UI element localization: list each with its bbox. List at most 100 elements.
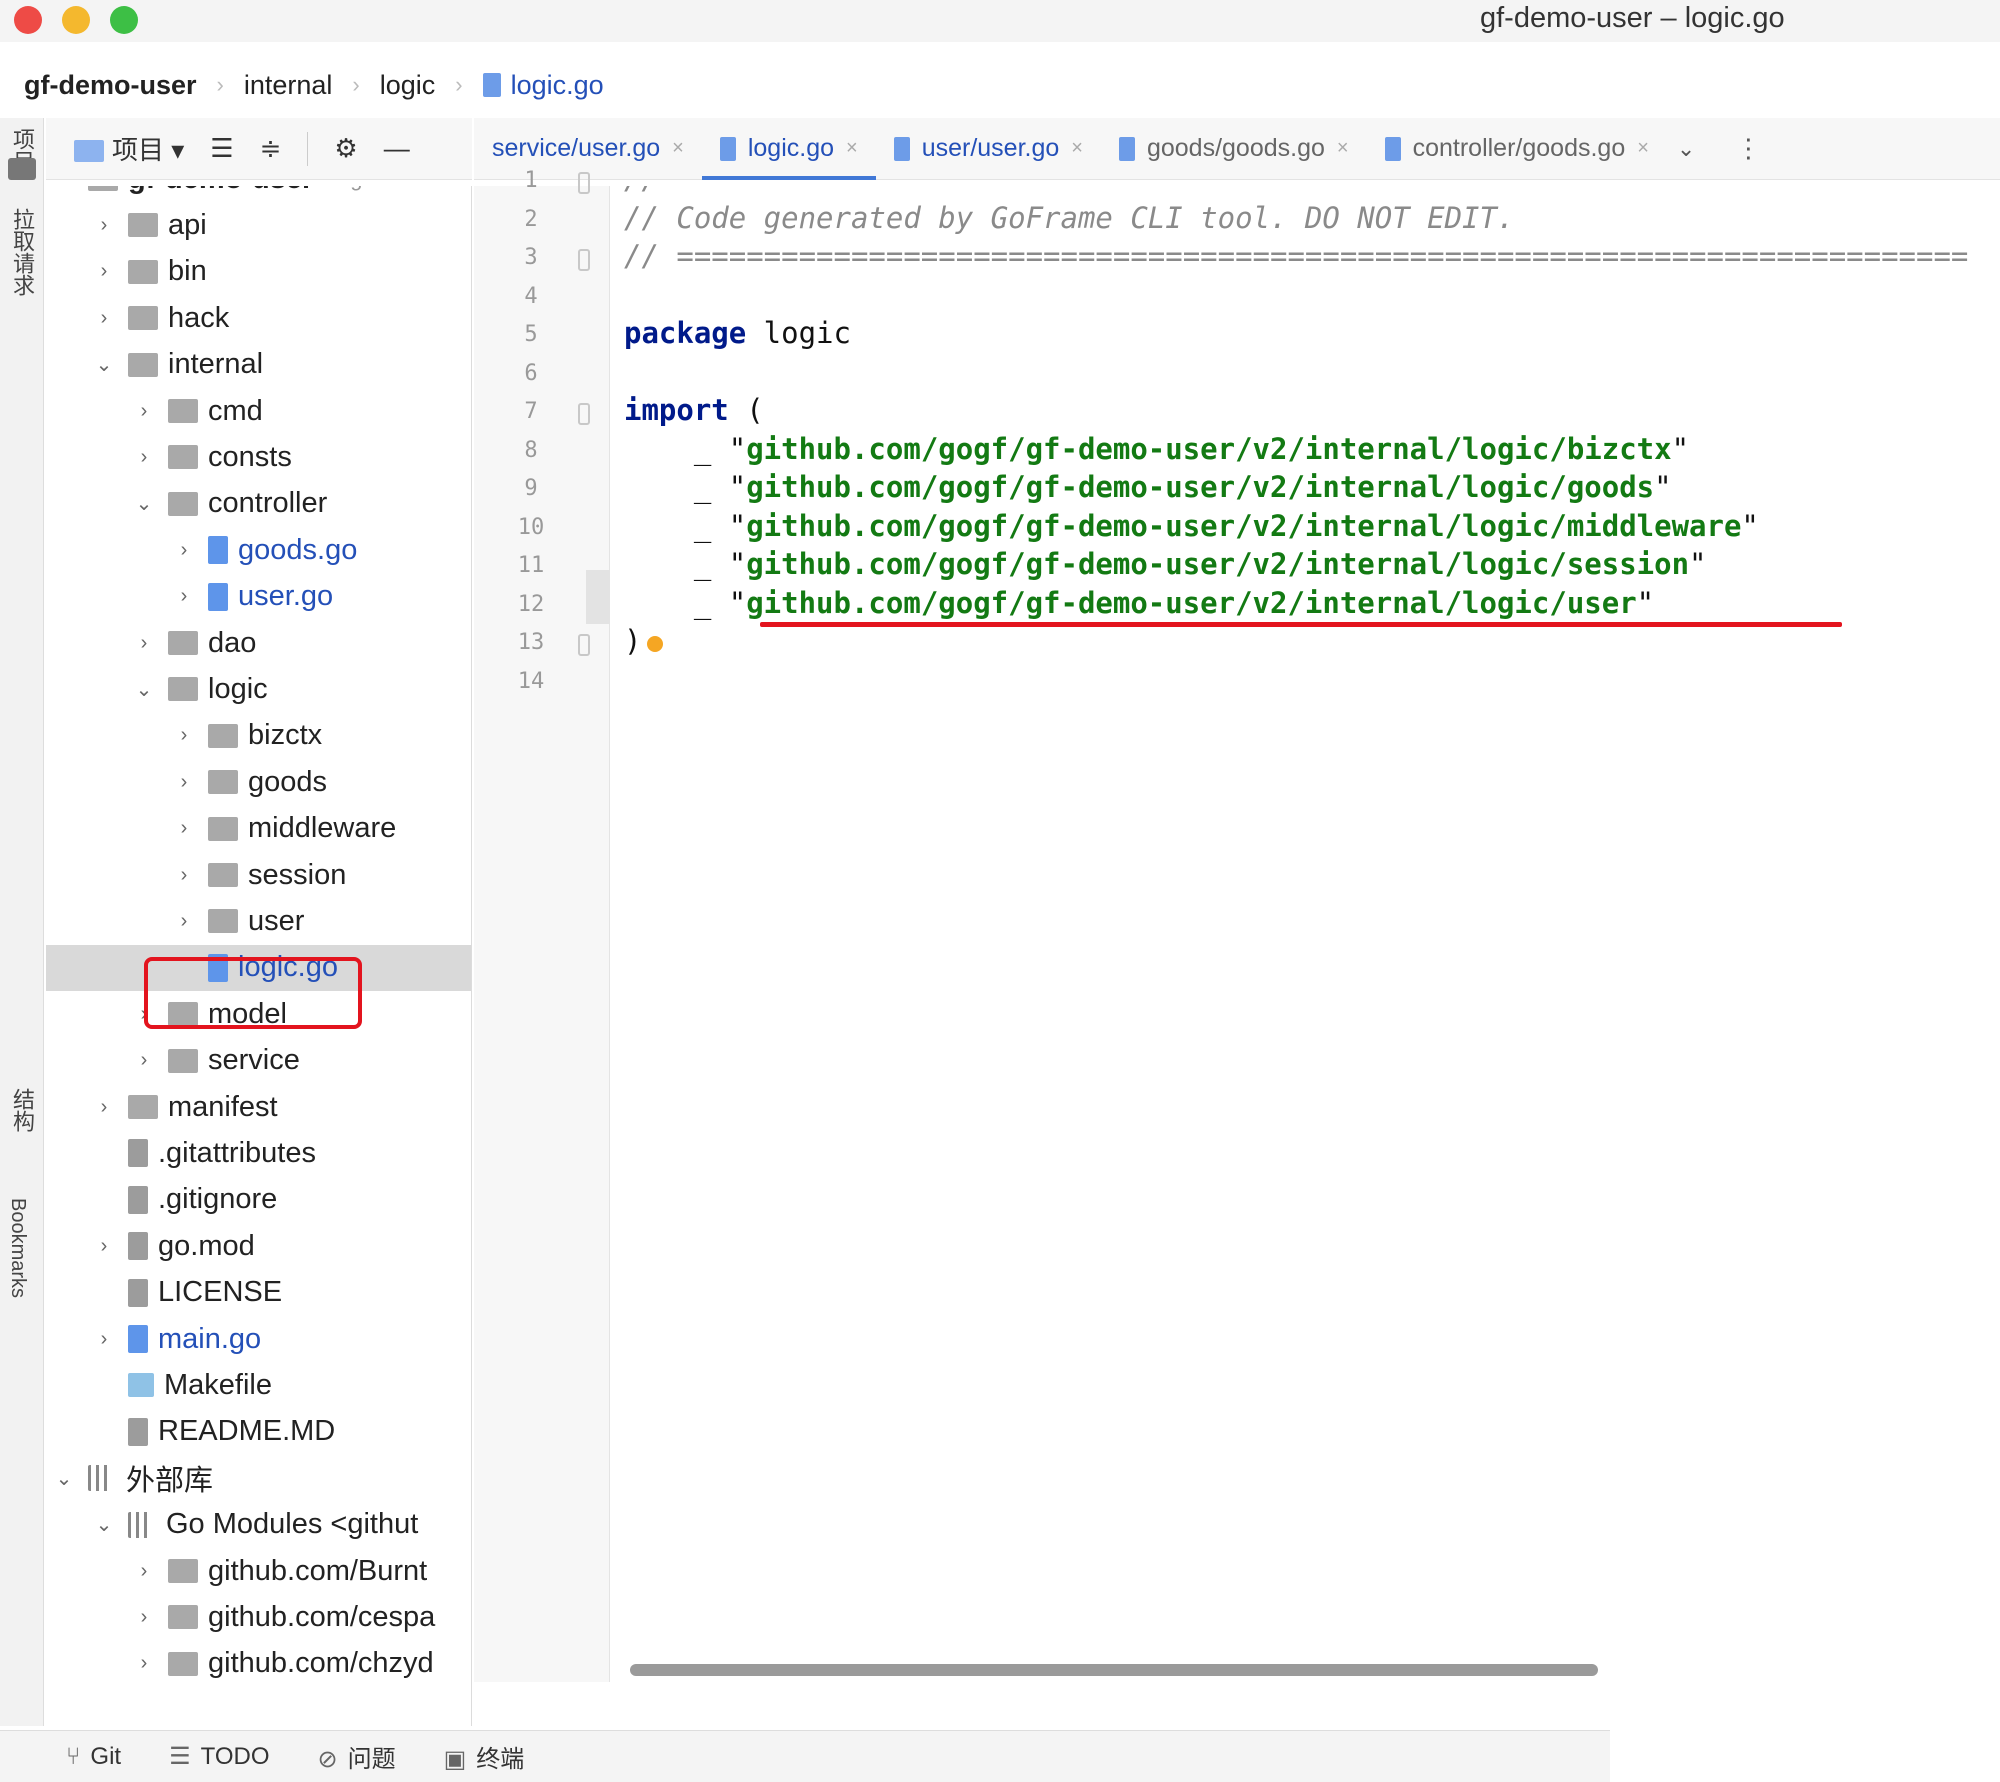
editor-tab[interactable]: controller/goods.go × (1367, 118, 1667, 180)
chevron-right-icon[interactable]: › (132, 632, 156, 655)
gear-icon[interactable]: ⚙ (334, 133, 357, 164)
fold-marker-icon[interactable] (578, 403, 590, 425)
chevron-down-icon[interactable]: ⌄ (52, 186, 76, 192)
fold-marker-icon[interactable] (578, 249, 590, 271)
chevron-down-icon[interactable]: ⌄ (132, 677, 156, 702)
tree-item[interactable]: › bizctx (46, 713, 471, 759)
code-editor[interactable]: // =====================================… (612, 186, 2000, 1682)
chevron-right-icon[interactable]: › (132, 1652, 156, 1675)
line-number[interactable]: 13 (504, 630, 558, 655)
tree-item[interactable]: › github.com/chzyd (46, 1641, 471, 1687)
line-number[interactable]: 3 (504, 245, 558, 270)
chevron-right-icon[interactable]: › (172, 724, 196, 747)
chevron-right-icon[interactable]: › (92, 1096, 116, 1119)
chevron-right-icon[interactable]: › (172, 539, 196, 562)
line-number[interactable]: 2 (504, 207, 558, 232)
tree-item[interactable]: › dao (46, 620, 471, 666)
zoom-window-button[interactable] (110, 6, 138, 34)
tree-item[interactable]: › consts (46, 434, 471, 480)
more-options-icon[interactable]: ⋮ (1735, 133, 1761, 164)
bottom-tool-terminal[interactable]: ▣ 终端 (444, 1739, 525, 1774)
close-window-button[interactable] (14, 6, 42, 34)
tree-item[interactable]: › github.com/Burnt (46, 1548, 471, 1594)
line-number[interactable]: 1 (504, 168, 558, 193)
chevron-right-icon[interactable]: › (172, 910, 196, 933)
breadcrumb-file[interactable]: logic.go (511, 70, 604, 101)
fold-marker-icon[interactable] (578, 172, 590, 194)
chevron-down-icon[interactable]: ⌄ (92, 352, 116, 377)
collapse-all-icon[interactable]: ☰ (210, 133, 233, 164)
editor-tab[interactable]: logic.go × (701, 118, 876, 180)
chevron-down-icon[interactable]: ⌄ (92, 1512, 116, 1537)
line-number[interactable]: 11 (504, 553, 558, 578)
project-view-dropdown[interactable]: 项目 ▾ (74, 130, 184, 167)
close-icon[interactable]: × (672, 137, 684, 160)
editor-tab[interactable]: goods/goods.go × (1101, 118, 1367, 180)
expand-all-icon[interactable]: ≑ (260, 133, 282, 164)
chevron-right-icon[interactable]: › (132, 1560, 156, 1583)
line-number[interactable]: 4 (504, 284, 558, 309)
chevron-right-icon[interactable]: › (132, 400, 156, 423)
chevron-right-icon[interactable]: › (172, 585, 196, 608)
line-number[interactable]: 8 (504, 438, 558, 463)
tree-item[interactable]: ⌄ 外部库 (46, 1455, 471, 1501)
tree-item[interactable]: › api (46, 202, 471, 248)
tree-item[interactable]: › goods.go (46, 527, 471, 573)
line-number[interactable]: 14 (504, 669, 558, 694)
lightbulb-icon[interactable] (647, 636, 664, 652)
tree-item[interactable]: › session (46, 852, 471, 898)
breadcrumb-logic[interactable]: logic (380, 70, 436, 101)
chevron-right-icon[interactable]: › (92, 1328, 116, 1351)
tree-item[interactable]: › manifest (46, 1084, 471, 1130)
line-number[interactable]: 12 (504, 592, 558, 617)
tree-item[interactable]: › middleware (46, 806, 471, 852)
chevron-right-icon[interactable]: › (92, 260, 116, 283)
chevron-down-icon[interactable]: ⌄ (52, 1466, 76, 1491)
tool-window-pull-requests[interactable]: 拉取请求 (6, 208, 38, 296)
tree-item[interactable]: ⌄ Go Modules <githut (46, 1502, 471, 1548)
tree-item[interactable]: ⌄ logic (46, 666, 471, 712)
tree-item[interactable]: › github.com/cespa (46, 1594, 471, 1640)
line-number[interactable]: 9 (504, 476, 558, 501)
chevron-down-icon[interactable]: ⌄ (132, 491, 156, 516)
fold-marker-icon[interactable] (578, 634, 590, 656)
line-number[interactable]: 5 (504, 322, 558, 347)
line-number[interactable]: 10 (504, 515, 558, 540)
breadcrumb-internal[interactable]: internal (244, 70, 333, 101)
chevron-right-icon[interactable]: › (172, 771, 196, 794)
chevron-right-icon[interactable]: › (172, 817, 196, 840)
tree-item[interactable]: › user (46, 898, 471, 944)
tree-item[interactable]: › service (46, 1038, 471, 1084)
close-icon[interactable]: × (1071, 137, 1083, 160)
minimize-window-button[interactable] (62, 6, 90, 34)
tree-item[interactable]: .gitignore (46, 1177, 471, 1223)
bottom-tool-list[interactable]: ☰ TODO (169, 1742, 269, 1771)
close-icon[interactable]: × (1637, 137, 1649, 160)
close-icon[interactable]: × (846, 137, 858, 160)
horizontal-scrollbar[interactable] (630, 1664, 1598, 1676)
tree-item[interactable]: › go.mod (46, 1223, 471, 1269)
chevron-right-icon[interactable]: › (132, 1606, 156, 1629)
editor-tab[interactable]: user/user.go × (876, 118, 1101, 180)
tab-list-chevron-down-icon[interactable]: ⌄ (1677, 136, 1695, 162)
tree-item[interactable]: Makefile (46, 1362, 471, 1408)
tree-item[interactable]: ⌄ controller (46, 481, 471, 527)
line-number[interactable]: 7 (504, 399, 558, 424)
tree-item[interactable]: › goods (46, 759, 471, 805)
close-icon[interactable]: × (1337, 137, 1349, 160)
tree-item[interactable]: › bin (46, 249, 471, 295)
tree-item[interactable]: README.MD (46, 1409, 471, 1455)
minimize-icon[interactable]: — (384, 133, 410, 164)
bottom-tool-git[interactable]: ⑂ Git (66, 1743, 121, 1771)
tree-item[interactable]: › cmd (46, 388, 471, 434)
tool-window-structure[interactable]: 结构 (6, 1088, 38, 1132)
chevron-right-icon[interactable]: › (92, 1235, 116, 1258)
bottom-tool-problems[interactable]: ⊘ 问题 (318, 1739, 396, 1774)
chevron-right-icon[interactable]: › (172, 864, 196, 887)
line-number[interactable]: 6 (504, 361, 558, 386)
chevron-right-icon[interactable]: › (132, 1049, 156, 1072)
tree-item[interactable]: ⌄ internal (46, 342, 471, 388)
tree-item[interactable]: ⌄ gf-demo-user ~/go/sr (46, 186, 471, 202)
tree-item[interactable]: › main.go (46, 1316, 471, 1362)
tree-item[interactable]: › user.go (46, 574, 471, 620)
